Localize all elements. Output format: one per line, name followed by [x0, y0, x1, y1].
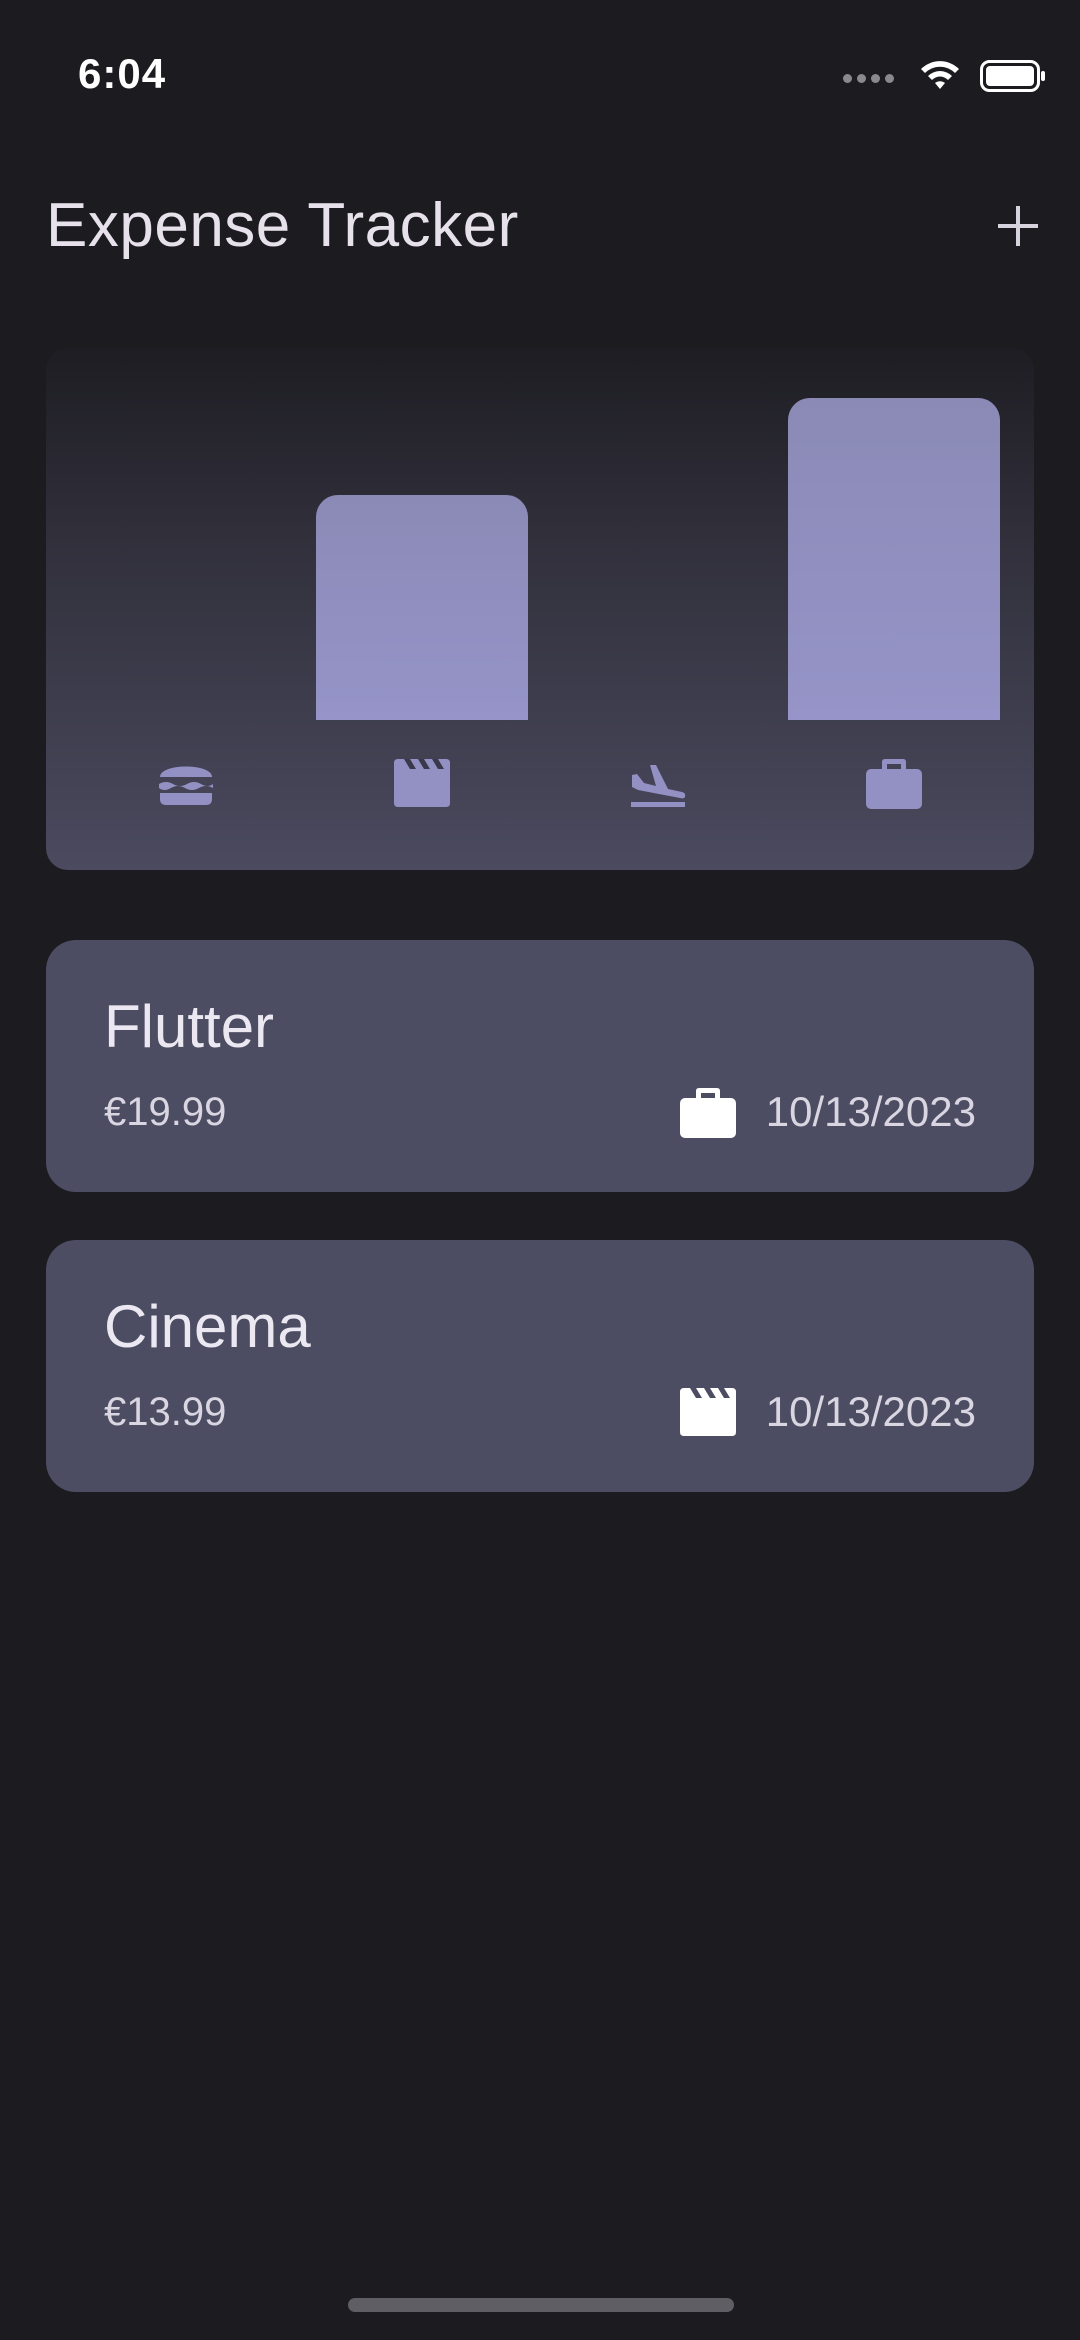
expense-date: 10/13/2023	[765, 1388, 976, 1435]
expense-meta: 10/13/2023	[678, 1082, 976, 1142]
airplane-landing-icon	[552, 748, 764, 818]
clapperboard-icon	[316, 748, 528, 818]
expense-date: 10/13/2023	[765, 1088, 976, 1135]
burger-icon	[80, 748, 292, 818]
expense-meta: 10/13/2023	[678, 1382, 976, 1442]
status-bar: 6:04	[0, 0, 1080, 150]
cellular-signal-icon	[843, 73, 894, 83]
wifi-icon	[918, 59, 962, 98]
chart-bar-slot	[552, 348, 764, 720]
briefcase-icon	[678, 1082, 738, 1142]
chart-bar-leisure	[316, 495, 528, 720]
battery-icon	[980, 59, 1046, 98]
app-bar: Expense Tracker	[0, 180, 1080, 270]
expense-title: Flutter	[104, 993, 275, 1060]
expense-chart	[46, 348, 1034, 870]
expense-list: Flutter €19.99 10/13/2023 Cinema €13.99 …	[46, 940, 1034, 1540]
page-title: Expense Tracker	[46, 191, 519, 260]
add-expense-button[interactable]	[978, 186, 1058, 266]
status-time: 6:04	[78, 50, 167, 97]
home-indicator	[348, 2298, 734, 2312]
expense-item[interactable]: Flutter €19.99 10/13/2023	[46, 940, 1034, 1192]
expense-item[interactable]: Cinema €13.99 10/13/2023	[46, 1240, 1034, 1492]
clapperboard-icon	[678, 1382, 738, 1442]
chart-bar-slot	[80, 348, 292, 720]
expense-amount: €19.99	[104, 1090, 227, 1134]
chart-bars	[46, 348, 1034, 720]
status-icons	[843, 58, 1046, 98]
briefcase-icon	[788, 748, 1000, 818]
chart-bar-work	[788, 398, 1000, 720]
chart-bar-slot	[316, 348, 528, 720]
chart-category-icons	[46, 748, 1034, 818]
expense-title: Cinema	[104, 1293, 311, 1360]
expense-amount: €13.99	[104, 1390, 227, 1434]
chart-bar-slot	[788, 348, 1000, 720]
plus-icon	[998, 206, 1038, 246]
